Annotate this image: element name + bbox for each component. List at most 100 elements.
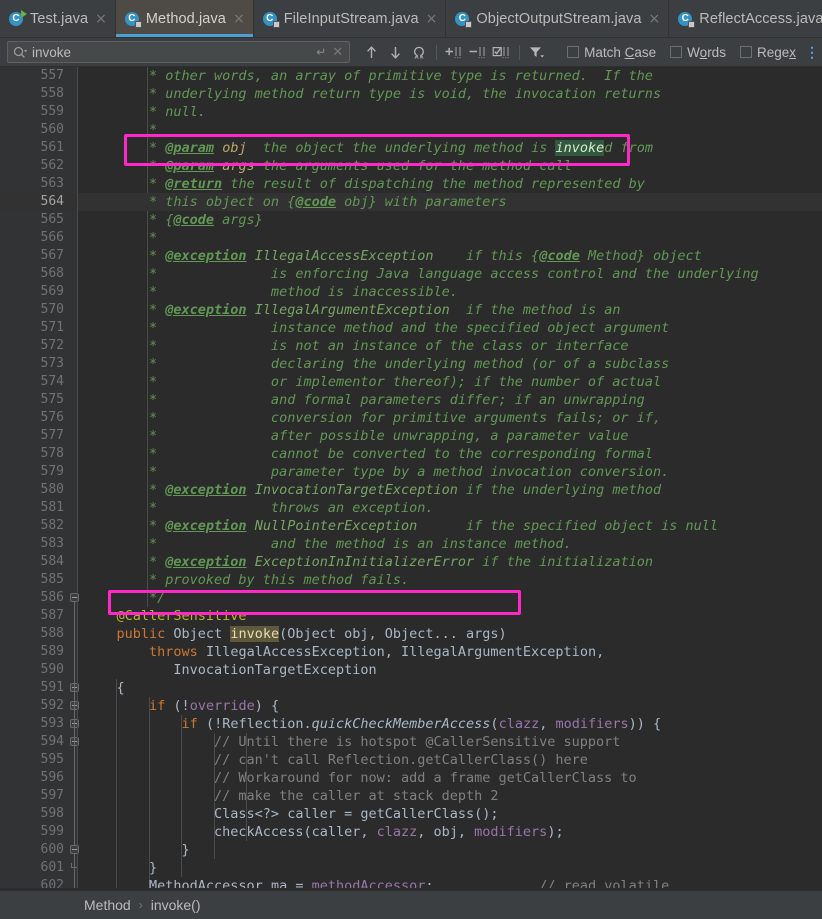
code-line[interactable]: * instance method and the specified obje…	[84, 319, 669, 337]
clear-x-icon[interactable]: ✕	[332, 44, 349, 60]
code-line[interactable]: * @exception IllegalArgumentException if…	[84, 301, 620, 319]
code-token: IllegalArgumentException	[254, 302, 450, 318]
words-checkbox[interactable]	[670, 46, 683, 58]
code-line[interactable]: * @exception ExceptionInInitializerError…	[84, 553, 653, 571]
code-token: @exception	[165, 248, 247, 264]
code-token: modifiers	[555, 716, 629, 732]
code-line[interactable]: * or implementor thereof); if the number…	[84, 373, 661, 391]
code-line[interactable]: {	[84, 679, 125, 697]
code-line[interactable]: * @exception InvocationTargetException i…	[84, 481, 661, 499]
line-number: 575	[40, 392, 64, 407]
breadcrumb[interactable]: Method › invoke()	[0, 890, 822, 919]
breadcrumb-item[interactable]: Method	[84, 897, 131, 913]
code-line[interactable]: * after possible unwrapping, a parameter…	[84, 427, 629, 445]
close-icon[interactable]: ×	[649, 12, 661, 26]
code-line[interactable]: Class<?> caller = getCallerClass();	[84, 805, 498, 823]
regex-checkbox[interactable]	[739, 46, 752, 58]
code-line[interactable]: * is not an instance of the class or int…	[84, 337, 629, 355]
editor-tab-fileinputstream-java[interactable]: C FileInputStream.java ×	[254, 0, 447, 37]
code-token: (Object obj, Object... args)	[279, 626, 507, 642]
code-token: *	[84, 248, 166, 264]
code-line[interactable]: * {@code args}	[84, 211, 263, 229]
line-number: 585	[40, 572, 64, 587]
code-line[interactable]: checkAccess(caller, clazz, obj, modifier…	[84, 823, 564, 841]
close-icon[interactable]: ×	[233, 12, 245, 26]
code-line[interactable]: *	[84, 229, 157, 247]
code-token: // read volatile	[539, 878, 670, 888]
code-line[interactable]: * parameter type by a method invocation …	[84, 463, 669, 481]
code-line[interactable]: // Workaround for now: add a frame getCa…	[84, 769, 637, 787]
code-line[interactable]: * conversion for primitive arguments fai…	[84, 409, 661, 427]
code-line[interactable]: * method is inaccessible.	[84, 283, 458, 301]
code-line[interactable]: }	[84, 859, 157, 877]
code-line[interactable]: InvocationTargetException	[84, 661, 376, 679]
code-line[interactable]: * @param args the arguments used for the…	[84, 157, 572, 175]
code-line[interactable]: * @exception IllegalAccessException if t…	[84, 247, 702, 265]
regex-option[interactable]: Regex	[739, 45, 796, 60]
prev-occurrence-button[interactable]	[360, 41, 382, 63]
remove-selection-icon[interactable]	[467, 41, 489, 63]
code-editor[interactable]: 557 558 559 560 561 562 563 564 565 566 567 568 569 5…	[0, 67, 822, 888]
code-line[interactable]: *	[84, 121, 157, 139]
code-line[interactable]: // Until there is hotspot @CallerSensiti…	[84, 733, 620, 751]
code-line[interactable]: @CallerSensitive	[84, 607, 247, 625]
filter-funnel-icon[interactable]	[526, 41, 548, 63]
match-case-option[interactable]: Match Case	[567, 45, 656, 60]
search-input-wrapper[interactable]: invoke ↵ ✕	[7, 41, 351, 63]
add-selection-icon[interactable]	[443, 41, 465, 63]
editor-tab-reflectaccess-java[interactable]: C ReflectAccess.java	[669, 0, 822, 37]
code-line[interactable]: * @return the result of dispatching the …	[84, 175, 645, 193]
code-line[interactable]: public Object invoke(Object obj, Object.…	[84, 625, 507, 643]
enter-return-icon[interactable]: ↵	[310, 45, 332, 59]
code-line[interactable]: if (!Reflection.quickCheckMemberAccess(c…	[84, 715, 662, 733]
editor-tab-objectoutputstream-java[interactable]: C ObjectOutputStream.java ×	[446, 0, 670, 37]
omega-icon[interactable]	[408, 41, 430, 63]
code-line[interactable]: * cannot be converted to the correspondi…	[84, 445, 653, 463]
code-line[interactable]: */	[84, 589, 165, 607]
more-options-button[interactable]: ⋮	[805, 44, 819, 61]
editor-tab-test-java[interactable]: C Test.java ×	[0, 0, 116, 37]
code-token: @return	[165, 176, 223, 192]
code-token: @code	[295, 194, 336, 210]
code-line[interactable]: * is enforcing Java language access cont…	[84, 265, 759, 283]
code-token: InvocationTargetException	[254, 482, 458, 498]
code-line[interactable]: MethodAccessor ma = methodAccessor; // r…	[84, 877, 669, 888]
search-input[interactable]: invoke	[32, 45, 310, 60]
code-line[interactable]: * null.	[84, 103, 206, 121]
code-token: * after possible unwrapping, a parameter…	[84, 428, 629, 444]
line-number: 563	[40, 176, 64, 191]
words-option[interactable]: Words	[670, 45, 726, 60]
close-icon[interactable]: ×	[426, 12, 438, 26]
match-case-checkbox[interactable]	[567, 46, 580, 58]
code-line[interactable]: * this object on {@code obj} with parame…	[84, 193, 507, 211]
code-token: MethodAccessor	[84, 878, 271, 888]
breadcrumb-item[interactable]: invoke()	[151, 897, 201, 913]
line-number: 584	[40, 554, 64, 569]
select-all-icon[interactable]	[491, 41, 513, 63]
code-line[interactable]: }	[84, 841, 190, 859]
code-content[interactable]: * other words, an array of primitive typ…	[78, 67, 822, 888]
magnifier-dropdown-icon[interactable]	[13, 46, 28, 59]
code-line[interactable]: * underlying method return type is void,…	[84, 85, 661, 103]
next-occurrence-button[interactable]	[384, 41, 406, 63]
code-line[interactable]: if (!override) {	[84, 697, 279, 715]
code-line[interactable]: * throws an exception.	[84, 499, 433, 517]
code-line[interactable]: * and the method is an instance method.	[84, 535, 572, 553]
code-line[interactable]: // can't call Reflection.getCallerClass(…	[84, 751, 588, 769]
code-token: // can't call Reflection.getCallerClass(…	[84, 752, 588, 768]
code-line[interactable]: * @param obj the object the underlying m…	[84, 139, 653, 157]
code-line[interactable]: * other words, an array of primitive typ…	[84, 67, 653, 85]
code-line[interactable]: * and formal parameters differ; if an un…	[84, 391, 645, 409]
code-line[interactable]: // make the caller at stack depth 2	[84, 787, 498, 805]
code-line[interactable]: * provoked by this method fails.	[84, 571, 409, 589]
editor-tab-method-java[interactable]: C Method.java ×	[115, 0, 254, 37]
match-case-label: Match Case	[584, 44, 657, 60]
code-line[interactable]: throws IllegalAccessException, IllegalAr…	[84, 643, 604, 661]
close-icon[interactable]: ×	[95, 12, 107, 26]
code-line[interactable]: * declaring the underlying method (or of…	[84, 355, 669, 373]
code-line[interactable]: * @exception NullPointerException if the…	[84, 517, 718, 535]
editor-gutter[interactable]: 557 558 559 560 561 562 563 564 565 566 567 568 569 5…	[0, 67, 79, 888]
